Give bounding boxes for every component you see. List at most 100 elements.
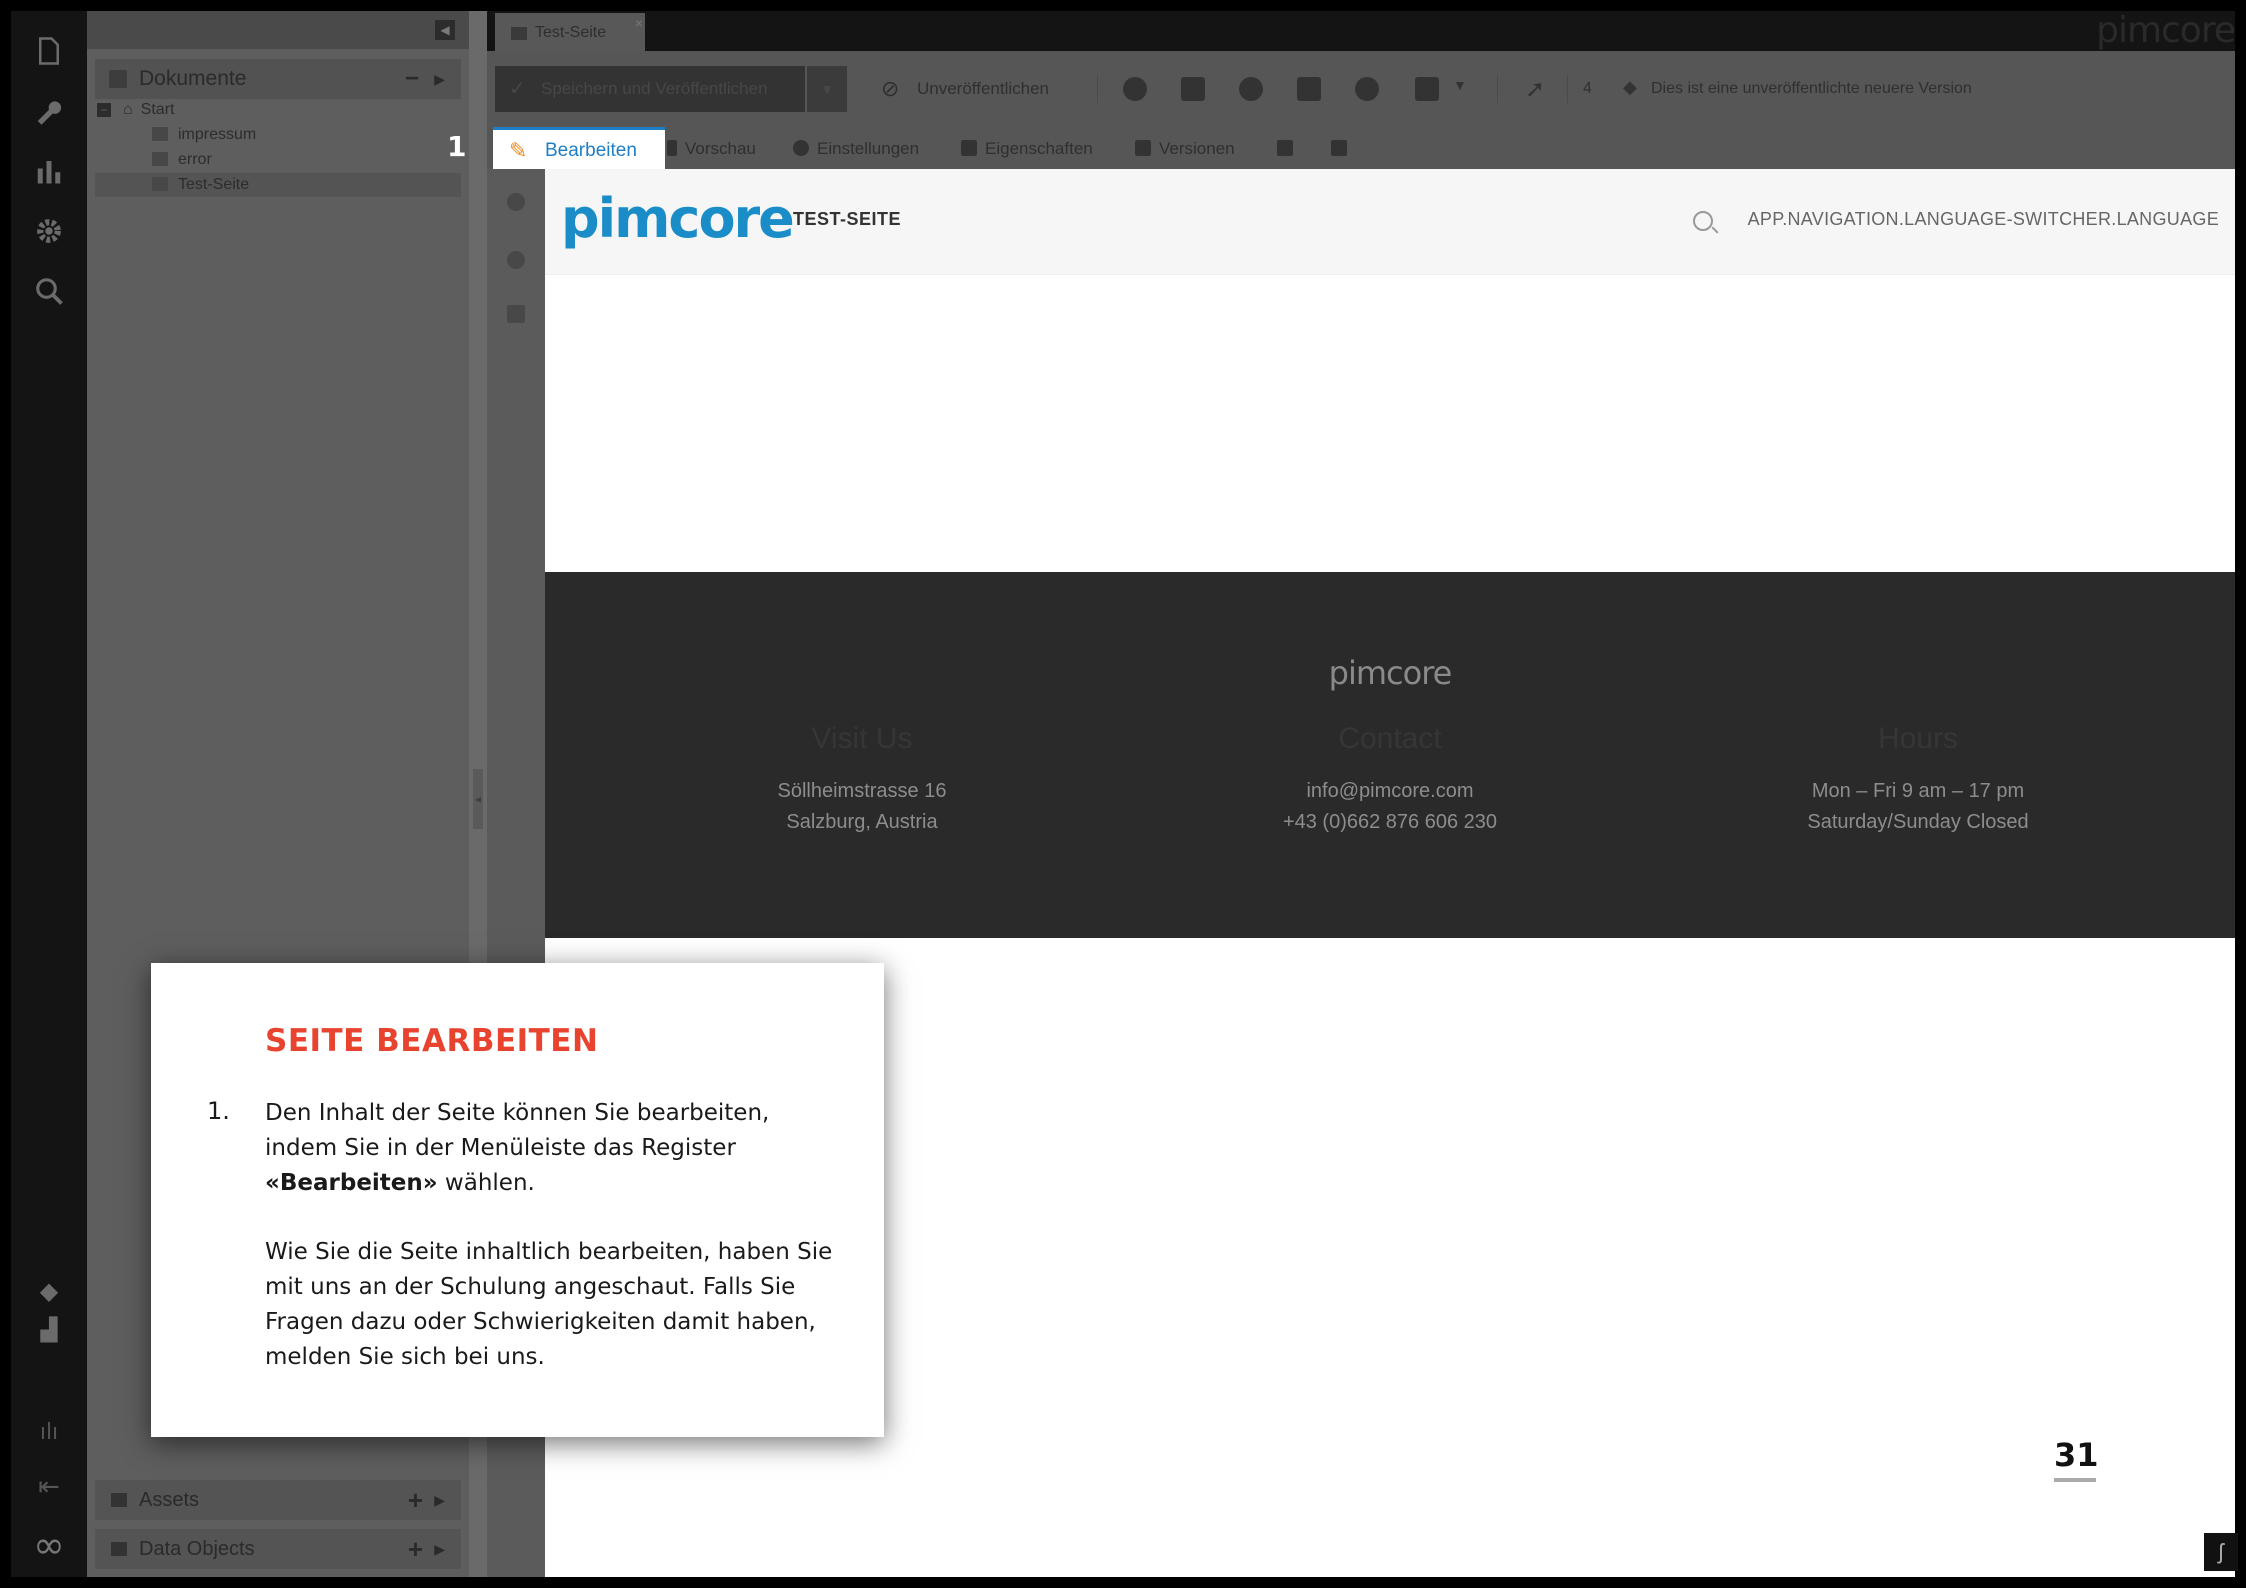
schedule-icon xyxy=(1277,140,1293,156)
tree-node-impressum[interactable]: impressum xyxy=(152,123,452,147)
arrow-right-icon[interactable]: ▶ xyxy=(434,1529,445,1569)
close-icon[interactable]: × xyxy=(635,3,643,43)
layout-icon[interactable] xyxy=(1415,77,1439,101)
document-icon xyxy=(109,70,127,88)
step-marker: 1 xyxy=(447,130,467,163)
collapse-left-icon[interactable]: ◀ xyxy=(435,20,455,40)
reload-icon[interactable] xyxy=(1239,77,1263,101)
footer-column-visit: Visit Us Söllheimstrasse 16 Salzburg, Au… xyxy=(662,722,1062,838)
footer-column-hours: Hours Mon – Fri 9 am – 17 pm Saturday/Su… xyxy=(1718,722,2118,838)
tree-node-start[interactable]: − ⌂ Start xyxy=(97,98,457,122)
editor-sub-tabs: ✎ Bearbeiten Vorschau Einstellungen Eige… xyxy=(487,121,2235,169)
wrench-icon[interactable] xyxy=(11,91,87,131)
symfony-toolbar-icon[interactable]: ʃ xyxy=(2204,1533,2238,1571)
add-icon[interactable]: + xyxy=(408,1529,423,1569)
unpublish-label: Unveröffentlichen xyxy=(917,79,1049,98)
tab-vorschau[interactable]: Vorschau xyxy=(667,131,756,167)
footer-line: Saturday/Sunday Closed xyxy=(1807,811,2029,833)
user-avatar-icon[interactable]: ılı xyxy=(11,1413,87,1453)
pimcore-logo[interactable]: pimcore xyxy=(561,187,795,250)
tab-schedule[interactable] xyxy=(1277,131,1301,167)
callout-step-number: 1. xyxy=(207,1097,230,1125)
search-icon[interactable] xyxy=(11,271,87,311)
page-icon xyxy=(511,27,527,40)
page-number: 31 xyxy=(2054,1436,2099,1474)
toolbar-divider xyxy=(1097,75,1098,103)
assets-panel-title: Assets xyxy=(139,1489,200,1511)
ban-icon: ⊘ xyxy=(881,76,900,101)
search-icon[interactable] xyxy=(1693,211,1713,231)
tab-label: Vorschau xyxy=(685,139,756,158)
tab-dependencies[interactable] xyxy=(1331,131,1355,167)
preview-footer: pimcore Visit Us Söllheimstrasse 16 Salz… xyxy=(545,572,2235,938)
paint-bucket-icon[interactable] xyxy=(1181,77,1205,101)
add-icon[interactable]: + xyxy=(408,1480,423,1520)
logout-icon[interactable]: ⇤ xyxy=(11,1467,87,1507)
unpublish-button[interactable]: ⊘ Unveröffentlichen xyxy=(881,66,1049,112)
gear-icon[interactable] xyxy=(11,211,87,251)
tree-topbar: ◀ xyxy=(87,11,469,49)
callout-bold-text: «Bearbeiten» xyxy=(265,1170,438,1196)
footer-line: +43 (0)662 876 606 230 xyxy=(1282,811,1498,833)
notification-icon[interactable]: ▟ xyxy=(11,1311,87,1351)
tab-bearbeiten[interactable]: ✎ Bearbeiten xyxy=(493,127,665,169)
reload-icon[interactable] xyxy=(507,193,525,211)
assets-panel-header[interactable]: Assets + ▶ xyxy=(95,1480,461,1520)
documents-panel-header[interactable]: Dokumente − ▶ xyxy=(95,59,461,99)
document-toolbar: ✓ Speichern und Veröffentlichen ▼ ⊘ Unve… xyxy=(487,51,2235,121)
info-icon[interactable] xyxy=(1355,77,1379,101)
pencil-icon: ✎ xyxy=(509,138,528,163)
callout-paragraph-2: Wie Sie die Seite inhaltlich bearbeiten,… xyxy=(265,1239,833,1370)
mobile-icon xyxy=(667,140,677,156)
gear-icon xyxy=(793,140,809,156)
save-and-publish-button[interactable]: ✓ Speichern und Veröffentlichen xyxy=(495,66,805,112)
collapse-toggle-icon[interactable]: − xyxy=(97,103,111,117)
delete-circle-icon[interactable] xyxy=(1123,77,1147,101)
footer-logo: pimcore xyxy=(1328,654,1453,692)
callout-text: wählen. xyxy=(437,1170,535,1196)
footer-heading: Contact xyxy=(1338,722,1442,755)
data-objects-panel-header[interactable]: Data Objects + ▶ xyxy=(95,1529,461,1569)
bar-chart-icon[interactable] xyxy=(11,151,87,191)
splitter-grip-icon[interactable]: ◂ xyxy=(473,769,483,829)
language-switcher[interactable]: APP.NAVIGATION.LANGUAGE-SWITCHER.LANGUAG… xyxy=(1748,209,2219,230)
save-and-publish-label: Speichern und Veröffentlichen xyxy=(541,79,768,98)
arrow-right-icon[interactable]: ▶ xyxy=(434,1480,445,1520)
footer-line: Salzburg, Austria xyxy=(786,811,938,833)
tab-versionen[interactable]: Versionen xyxy=(1135,131,1235,167)
documents-icon[interactable] xyxy=(11,31,87,71)
check-icon: ✓ xyxy=(509,78,526,100)
tab-eigenschaften[interactable]: Eigenschaften xyxy=(961,131,1093,167)
toolbar-divider xyxy=(1567,75,1568,103)
dependencies-icon xyxy=(1331,140,1347,156)
tree-node-label: Start xyxy=(140,101,175,118)
collapse-minus-icon[interactable]: − xyxy=(405,59,419,99)
footer-email-link[interactable]: info@pimcore.com xyxy=(1190,776,1590,807)
chevron-down-icon: ▼ xyxy=(820,81,834,97)
tree-node-label: Test-Seite xyxy=(178,176,250,193)
diamond-icon[interactable]: ◆ xyxy=(11,1271,87,1311)
chevron-down-icon[interactable]: ▼ xyxy=(1453,77,1467,93)
tab-test-seite[interactable]: Test-Seite × xyxy=(495,13,645,51)
instruction-callout: SEITE BEARBEITEN 1. Den Inhalt der Seite… xyxy=(151,963,884,1437)
tree-structure-icon[interactable] xyxy=(1297,77,1321,101)
save-options-dropdown[interactable]: ▼ xyxy=(807,66,847,112)
properties-icon xyxy=(961,140,977,156)
page-icon xyxy=(152,177,168,191)
tab-label: Test-Seite xyxy=(535,24,607,41)
tab-label: Bearbeiten xyxy=(545,140,637,161)
nav-item-test-seite[interactable]: TEST-SEITE xyxy=(793,209,901,230)
lightbulb-icon[interactable] xyxy=(507,251,525,269)
arrow-right-icon[interactable]: ▶ xyxy=(434,59,445,99)
version-count: 4 xyxy=(1583,80,1592,97)
tree-node-test-seite[interactable]: Test-Seite xyxy=(95,173,461,197)
tab-label: Versionen xyxy=(1159,139,1235,158)
trash-icon[interactable] xyxy=(507,305,525,323)
tab-label: Einstellungen xyxy=(817,139,920,158)
cursor-icon[interactable]: ➚ xyxy=(1525,75,1545,104)
tree-node-error[interactable]: error xyxy=(152,148,452,172)
page-icon xyxy=(152,127,168,141)
footer-line: Söllheimstrasse 16 xyxy=(777,780,947,802)
tab-einstellungen[interactable]: Einstellungen xyxy=(793,131,919,167)
tree-node-label: impressum xyxy=(178,126,257,143)
